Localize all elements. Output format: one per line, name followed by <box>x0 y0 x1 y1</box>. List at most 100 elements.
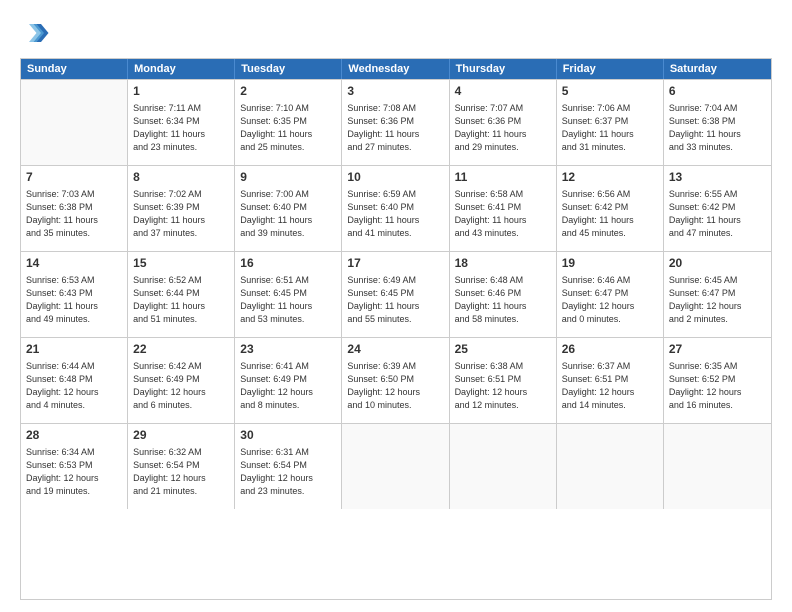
cell-info: Sunrise: 6:46 AM Sunset: 6:47 PM Dayligh… <box>562 274 658 326</box>
table-row: 18 Sunrise: 6:48 AM Sunset: 6:46 PM Dayli… <box>450 252 557 337</box>
table-row: 29 Sunrise: 6:32 AM Sunset: 6:54 PM Dayli… <box>128 424 235 509</box>
cell-info: Sunrise: 6:31 AM Sunset: 6:54 PM Dayligh… <box>240 446 336 498</box>
table-row: 20 Sunrise: 6:45 AM Sunset: 6:47 PM Dayli… <box>664 252 771 337</box>
table-row: 9Sunrise: 7:00 AM Sunset: 6:40 PM Daylig… <box>235 166 342 251</box>
table-row: 22 Sunrise: 6:42 AM Sunset: 6:49 PM Dayli… <box>128 338 235 423</box>
day-number: 5 <box>562 83 658 100</box>
day-number: 11 <box>455 169 551 186</box>
table-row: 4 Sunrise: 7:07 AM Sunset: 6:36 PM Daylig… <box>450 80 557 165</box>
table-row: 6Sunrise: 7:04 AM Sunset: 6:38 PM Daylig… <box>664 80 771 165</box>
cell-info: Sunrise: 6:49 AM Sunset: 6:45 PM Dayligh… <box>347 274 443 326</box>
table-row: 17 Sunrise: 6:49 AM Sunset: 6:45 PM Dayli… <box>342 252 449 337</box>
cell-info: Sunrise: 6:45 AM Sunset: 6:47 PM Dayligh… <box>669 274 766 326</box>
day-number: 22 <box>133 341 229 358</box>
calendar-week-2: 7 Sunrise: 7:03 AM Sunset: 6:38 PM Daylig… <box>21 165 771 251</box>
cal-header-day: Saturday <box>664 59 771 79</box>
day-number: 7 <box>26 169 122 186</box>
table-row: 3 Sunrise: 7:08 AM Sunset: 6:36 PM Daylig… <box>342 80 449 165</box>
cell-info: Sunrise: 6:55 AM Sunset: 6:42 PM Dayligh… <box>669 188 766 240</box>
cal-header-day: Monday <box>128 59 235 79</box>
table-row <box>21 80 128 165</box>
cell-info: Sunrise: 7:10 AM Sunset: 6:35 PM Dayligh… <box>240 102 336 154</box>
table-row <box>450 424 557 509</box>
day-number: 29 <box>133 427 229 444</box>
cal-header-day: Wednesday <box>342 59 449 79</box>
cell-info: Sunrise: 6:51 AM Sunset: 6:45 PM Dayligh… <box>240 274 336 326</box>
cell-info: Sunrise: 7:07 AM Sunset: 6:36 PM Dayligh… <box>455 102 551 154</box>
calendar-body: 1Sunrise: 7:11 AM Sunset: 6:34 PM Daylig… <box>21 79 771 509</box>
day-number: 13 <box>669 169 766 186</box>
cell-info: Sunrise: 6:58 AM Sunset: 6:41 PM Dayligh… <box>455 188 551 240</box>
cell-info: Sunrise: 6:48 AM Sunset: 6:46 PM Dayligh… <box>455 274 551 326</box>
day-number: 25 <box>455 341 551 358</box>
table-row: 16 Sunrise: 6:51 AM Sunset: 6:45 PM Dayli… <box>235 252 342 337</box>
table-row: 24Sunrise: 6:39 AM Sunset: 6:50 PM Dayli… <box>342 338 449 423</box>
cell-info: Sunrise: 6:35 AM Sunset: 6:52 PM Dayligh… <box>669 360 766 412</box>
day-number: 12 <box>562 169 658 186</box>
table-row: 12 Sunrise: 6:56 AM Sunset: 6:42 PM Dayli… <box>557 166 664 251</box>
cell-info: Sunrise: 6:34 AM Sunset: 6:53 PM Dayligh… <box>26 446 122 498</box>
cell-info: Sunrise: 6:37 AM Sunset: 6:51 PM Dayligh… <box>562 360 658 412</box>
cell-info: Sunrise: 7:02 AM Sunset: 6:39 PM Dayligh… <box>133 188 229 240</box>
cell-info: Sunrise: 6:38 AM Sunset: 6:51 PM Dayligh… <box>455 360 551 412</box>
table-row: 26 Sunrise: 6:37 AM Sunset: 6:51 PM Dayli… <box>557 338 664 423</box>
cal-header-day: Sunday <box>21 59 128 79</box>
day-number: 21 <box>26 341 122 358</box>
cell-info: Sunrise: 6:53 AM Sunset: 6:43 PM Dayligh… <box>26 274 122 326</box>
logo-icon <box>20 18 50 48</box>
cell-info: Sunrise: 6:42 AM Sunset: 6:49 PM Dayligh… <box>133 360 229 412</box>
cell-info: Sunrise: 6:56 AM Sunset: 6:42 PM Dayligh… <box>562 188 658 240</box>
cell-info: Sunrise: 7:03 AM Sunset: 6:38 PM Dayligh… <box>26 188 122 240</box>
cell-info: Sunrise: 7:08 AM Sunset: 6:36 PM Dayligh… <box>347 102 443 154</box>
day-number: 16 <box>240 255 336 272</box>
day-number: 20 <box>669 255 766 272</box>
cell-info: Sunrise: 7:04 AM Sunset: 6:38 PM Dayligh… <box>669 102 766 154</box>
cal-header-day: Friday <box>557 59 664 79</box>
day-number: 1 <box>133 83 229 100</box>
cal-header-day: Tuesday <box>235 59 342 79</box>
table-row <box>557 424 664 509</box>
day-number: 18 <box>455 255 551 272</box>
day-number: 24 <box>347 341 443 358</box>
day-number: 8 <box>133 169 229 186</box>
day-number: 10 <box>347 169 443 186</box>
table-row: 8 Sunrise: 7:02 AM Sunset: 6:39 PM Daylig… <box>128 166 235 251</box>
calendar-week-3: 14 Sunrise: 6:53 AM Sunset: 6:43 PM Dayli… <box>21 251 771 337</box>
day-number: 23 <box>240 341 336 358</box>
calendar-week-1: 1Sunrise: 7:11 AM Sunset: 6:34 PM Daylig… <box>21 79 771 165</box>
table-row: 27 Sunrise: 6:35 AM Sunset: 6:52 PM Dayli… <box>664 338 771 423</box>
table-row: 15Sunrise: 6:52 AM Sunset: 6:44 PM Dayli… <box>128 252 235 337</box>
table-row <box>664 424 771 509</box>
calendar-week-5: 28 Sunrise: 6:34 AM Sunset: 6:53 PM Dayli… <box>21 423 771 509</box>
day-number: 3 <box>347 83 443 100</box>
cell-info: Sunrise: 7:00 AM Sunset: 6:40 PM Dayligh… <box>240 188 336 240</box>
day-number: 2 <box>240 83 336 100</box>
day-number: 17 <box>347 255 443 272</box>
day-number: 26 <box>562 341 658 358</box>
table-row: 21 Sunrise: 6:44 AM Sunset: 6:48 PM Dayli… <box>21 338 128 423</box>
table-row: 11 Sunrise: 6:58 AM Sunset: 6:41 PM Dayli… <box>450 166 557 251</box>
table-row <box>342 424 449 509</box>
table-row: 30 Sunrise: 6:31 AM Sunset: 6:54 PM Dayli… <box>235 424 342 509</box>
calendar-header: SundayMondayTuesdayWednesdayThursdayFrid… <box>21 59 771 79</box>
cell-info: Sunrise: 6:59 AM Sunset: 6:40 PM Dayligh… <box>347 188 443 240</box>
table-row: 13 Sunrise: 6:55 AM Sunset: 6:42 PM Dayli… <box>664 166 771 251</box>
table-row: 5 Sunrise: 7:06 AM Sunset: 6:37 PM Daylig… <box>557 80 664 165</box>
cell-info: Sunrise: 6:32 AM Sunset: 6:54 PM Dayligh… <box>133 446 229 498</box>
table-row: 1Sunrise: 7:11 AM Sunset: 6:34 PM Daylig… <box>128 80 235 165</box>
cell-info: Sunrise: 6:41 AM Sunset: 6:49 PM Dayligh… <box>240 360 336 412</box>
logo <box>20 18 54 48</box>
day-number: 27 <box>669 341 766 358</box>
page: SundayMondayTuesdayWednesdayThursdayFrid… <box>0 0 792 612</box>
day-number: 30 <box>240 427 336 444</box>
day-number: 14 <box>26 255 122 272</box>
table-row: 10 Sunrise: 6:59 AM Sunset: 6:40 PM Dayli… <box>342 166 449 251</box>
day-number: 4 <box>455 83 551 100</box>
table-row: 19Sunrise: 6:46 AM Sunset: 6:47 PM Dayli… <box>557 252 664 337</box>
cell-info: Sunrise: 6:44 AM Sunset: 6:48 PM Dayligh… <box>26 360 122 412</box>
cell-info: Sunrise: 7:06 AM Sunset: 6:37 PM Dayligh… <box>562 102 658 154</box>
cell-info: Sunrise: 6:52 AM Sunset: 6:44 PM Dayligh… <box>133 274 229 326</box>
cal-header-day: Thursday <box>450 59 557 79</box>
table-row: 2 Sunrise: 7:10 AM Sunset: 6:35 PM Daylig… <box>235 80 342 165</box>
day-number: 28 <box>26 427 122 444</box>
